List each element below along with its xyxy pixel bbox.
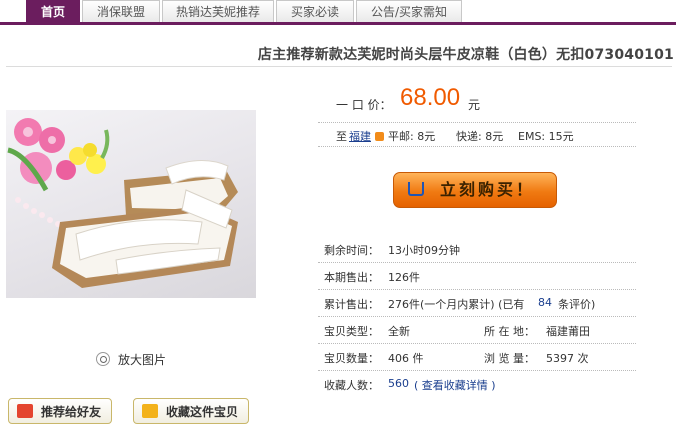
gift-icon xyxy=(17,404,33,418)
reviews-count-link[interactable]: 84 xyxy=(538,296,552,309)
shipping-express: 快递: 8元 xyxy=(456,130,504,143)
title-divider xyxy=(6,66,672,67)
top-nav: 首页 消保联盟 热销达芙妮推荐 买家必读 公告/买家需知 xyxy=(0,0,676,25)
price-row: 一 口 价： 68.00 元 xyxy=(318,84,636,123)
price-value: 68.00 xyxy=(400,84,461,111)
favorites-label: 收藏人数： xyxy=(324,379,379,392)
zoom-label: 放大图片 xyxy=(118,353,167,367)
star-icon xyxy=(142,404,158,418)
sandal-photo xyxy=(7,118,238,288)
time-left-value: 13小时09分钟 xyxy=(388,244,460,257)
buy-now-label: 立刻购买！ xyxy=(440,180,536,199)
time-left-row: 剩余时间： 13小时09分钟 xyxy=(318,236,636,263)
price-label: 一 口 价： xyxy=(336,98,392,112)
period-sold-row: 本期售出： 126件 xyxy=(318,263,636,290)
views-value: 5397 次 xyxy=(546,352,589,365)
quantity-row: 宝贝数量： 406 件 浏 览 量： 5397 次 xyxy=(318,344,636,371)
period-sold-label: 本期售出： xyxy=(324,271,379,284)
buy-now-button[interactable]: 立刻购买！ xyxy=(393,172,557,208)
shipping-ems: EMS: 15元 xyxy=(518,130,574,143)
reviews-suffix: 条评价) xyxy=(558,298,596,311)
recommend-to-friend-button[interactable]: 推荐给好友 xyxy=(8,398,113,424)
favorite-item-button[interactable]: 收藏这件宝贝 xyxy=(133,398,250,424)
condition-row: 宝贝类型： 全新 所 在 地： 福建莆田 xyxy=(318,317,636,344)
location-label: 所 在 地： xyxy=(484,325,535,338)
shipping-normal: 平邮: 8元 xyxy=(388,130,436,143)
views-label: 浏 览 量： xyxy=(484,352,535,365)
view-favorites-link[interactable]: ( 查看收藏详情 ) xyxy=(414,377,496,393)
favorite-label: 收藏这件宝贝 xyxy=(166,405,239,419)
quantity-value: 406 件 xyxy=(388,352,424,365)
location-value: 福建莆田 xyxy=(546,325,590,338)
product-title: 店主推荐新款达芙妮时尚头层牛皮凉鞋（白色）无扣073040101 xyxy=(257,47,674,63)
total-sold-value: 276件(一个月内累计) (已有 xyxy=(388,298,525,311)
time-left-label: 剩余时间： xyxy=(324,244,379,257)
magnifier-icon xyxy=(96,352,110,366)
total-sold-row: 累计售出： 276件(一个月内累计) (已有 84 条评价) xyxy=(318,290,636,317)
condition-label: 宝贝类型： xyxy=(324,325,379,338)
tab-consumer-alliance[interactable]: 消保联盟 xyxy=(82,0,160,22)
favorites-row: 收藏人数： 560 ( 查看收藏详情 ) xyxy=(318,371,636,397)
location-dropdown-icon[interactable] xyxy=(375,132,384,141)
tab-buyer-guide[interactable]: 买家必读 xyxy=(276,0,354,22)
condition-value: 全新 xyxy=(388,325,410,338)
tab-home[interactable]: 首页 xyxy=(26,0,80,22)
shipping-row: 至 福建 平邮: 8元 快递: 8元 EMS: 15元 xyxy=(318,124,636,147)
product-image[interactable] xyxy=(6,110,256,298)
favorites-count: 560 xyxy=(388,377,409,390)
period-sold-value: 126件 xyxy=(388,271,420,284)
quantity-label: 宝贝数量： xyxy=(324,352,379,365)
total-sold-label: 累计售出： xyxy=(324,298,379,311)
shipping-location-link[interactable]: 福建 xyxy=(349,128,371,144)
cart-icon xyxy=(408,182,424,196)
price-unit: 元 xyxy=(468,98,481,112)
shipping-to: 至 xyxy=(336,130,347,143)
tab-hot-daphne[interactable]: 热销达芙妮推荐 xyxy=(162,0,274,22)
tab-announcements[interactable]: 公告/买家需知 xyxy=(356,0,462,22)
recommend-label: 推荐给好友 xyxy=(41,405,102,419)
